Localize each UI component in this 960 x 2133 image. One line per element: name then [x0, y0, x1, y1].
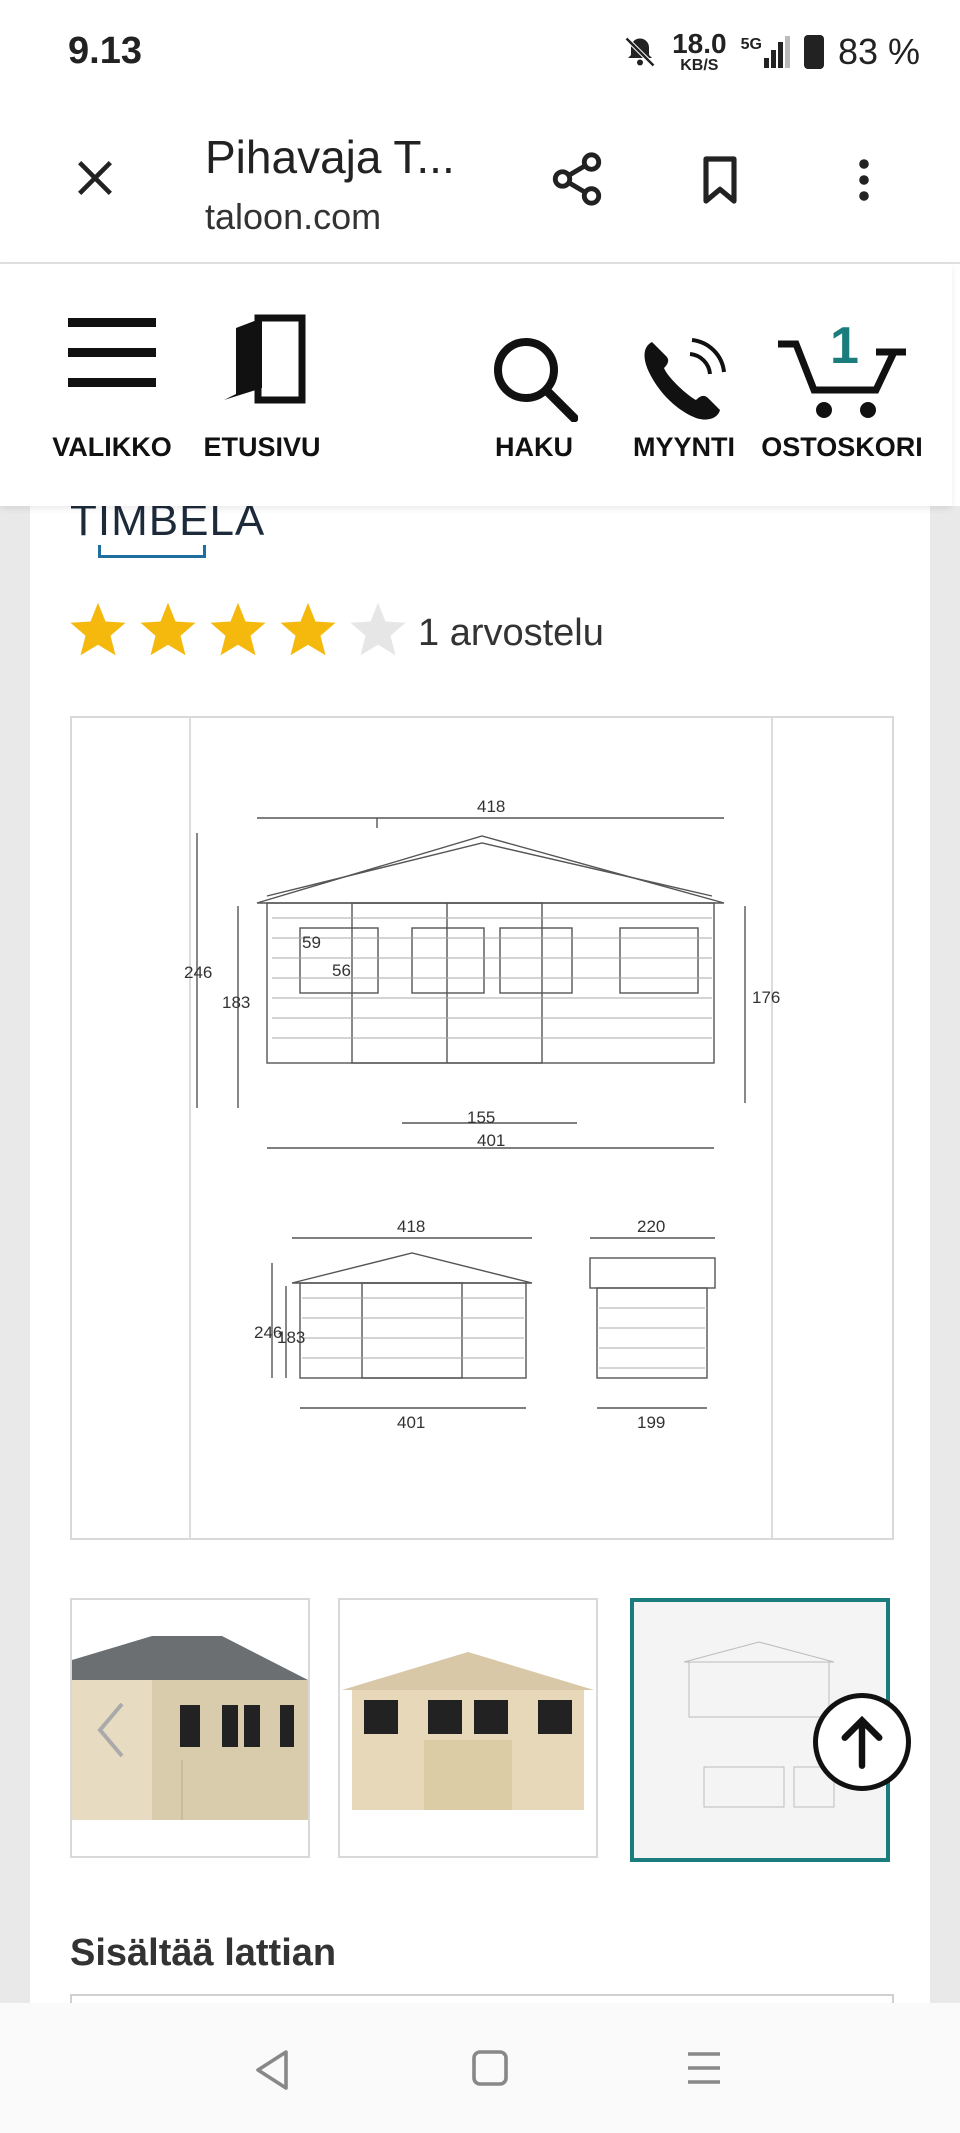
nav-label: OSTOSKORI	[761, 432, 923, 462]
shed-front-view-image	[342, 1652, 594, 1810]
rating-stars[interactable]	[68, 600, 408, 658]
nav-valikko[interactable]: VALIKKO	[52, 264, 172, 506]
nav-label: MYYNTI	[632, 432, 735, 462]
thumbnail-shed-side-view[interactable]	[70, 1598, 310, 1858]
star-empty-icon	[350, 602, 406, 656]
dim-side-width: 220	[637, 1217, 665, 1236]
dim-front-base: 401	[477, 1131, 505, 1150]
main-product-image[interactable]: 418 155 401 246 183 176 59 56 418 401 24…	[70, 716, 894, 1540]
status-time: 9.13	[68, 30, 142, 72]
nav-haku[interactable]: HAKU	[486, 264, 582, 506]
battery-icon	[803, 35, 824, 69]
dim-window-height: 59	[302, 933, 321, 952]
dim-front-height-right: 176	[752, 988, 780, 1007]
browser-toolbar: Pihavaja T... taloon.com	[0, 110, 960, 264]
bookmark-icon[interactable]	[692, 150, 748, 210]
star-icon	[140, 602, 196, 656]
home-icon[interactable]	[470, 2048, 510, 2088]
system-nav-bar	[0, 2003, 960, 2133]
star-icon	[280, 602, 336, 656]
battery-level: 83 %	[837, 31, 920, 72]
feature-heading: Sisältää lattian	[70, 1932, 337, 1974]
brand-logo-underline	[98, 545, 206, 558]
nav-ostoskori[interactable]: 1 OSTOSKORI	[761, 264, 923, 506]
scroll-to-top-button[interactable]	[813, 1693, 911, 1791]
search-icon	[494, 338, 578, 422]
status-bar: 9.13 18.0 KB/S 5G 83 %	[0, 0, 960, 110]
dim-front-width: 418	[477, 797, 505, 816]
back-icon[interactable]	[252, 2048, 292, 2092]
share-icon[interactable]	[548, 150, 606, 208]
mute-bell-icon	[625, 36, 656, 68]
dim-small-height-wall: 183	[277, 1328, 305, 1347]
page-gutter-right	[930, 506, 960, 2003]
signal-icon: 5G	[741, 36, 790, 68]
close-icon[interactable]	[72, 155, 118, 201]
page-gutter-left	[0, 506, 30, 2003]
star-icon	[70, 602, 126, 656]
status-icons: 18.0 KB/S 5G 83 %	[622, 30, 920, 74]
star-icon	[210, 602, 266, 656]
recents-icon[interactable]	[684, 2048, 724, 2088]
more-options-icon[interactable]	[840, 150, 888, 210]
nav-label: ETUSIVU	[203, 432, 321, 462]
review-count-link[interactable]: 1 arvostelu	[418, 612, 604, 655]
nav-label: HAKU	[495, 432, 573, 462]
menu-icon	[68, 318, 156, 387]
door-icon	[224, 314, 306, 404]
nav-label: VALIKKO	[52, 432, 172, 462]
dim-front-height-wall: 183	[222, 993, 250, 1012]
nav-myynti[interactable]: MYYNTI	[632, 264, 736, 506]
site-header: VALIKKO ETUSIVU HAKU MYYNTI 1 OSTOSKORI	[0, 264, 952, 506]
page-title: Pihavaja T...	[205, 131, 455, 183]
network-speed: 18.0 KB/S	[672, 28, 727, 74]
phone-icon	[644, 338, 726, 420]
dim-front-height-total: 246	[184, 963, 212, 982]
dim-small-base: 401	[397, 1413, 425, 1432]
cart-count: 1	[830, 317, 859, 375]
dim-small-width: 418	[397, 1217, 425, 1236]
page-url[interactable]: taloon.com	[205, 196, 381, 238]
arrow-up-icon	[841, 1715, 883, 1769]
shed-technical-drawing: 418 155 401 246 183 176 59 56 418 401 24…	[184, 718, 780, 1538]
dim-door-width: 155	[467, 1108, 495, 1127]
nav-etusivu[interactable]: ETUSIVU	[203, 264, 321, 506]
thumbnail-shed-front-view[interactable]	[338, 1598, 598, 1858]
dim-side-base: 199	[637, 1413, 665, 1432]
chevron-left-icon[interactable]	[92, 1700, 132, 1760]
dim-window-width: 56	[332, 961, 351, 980]
